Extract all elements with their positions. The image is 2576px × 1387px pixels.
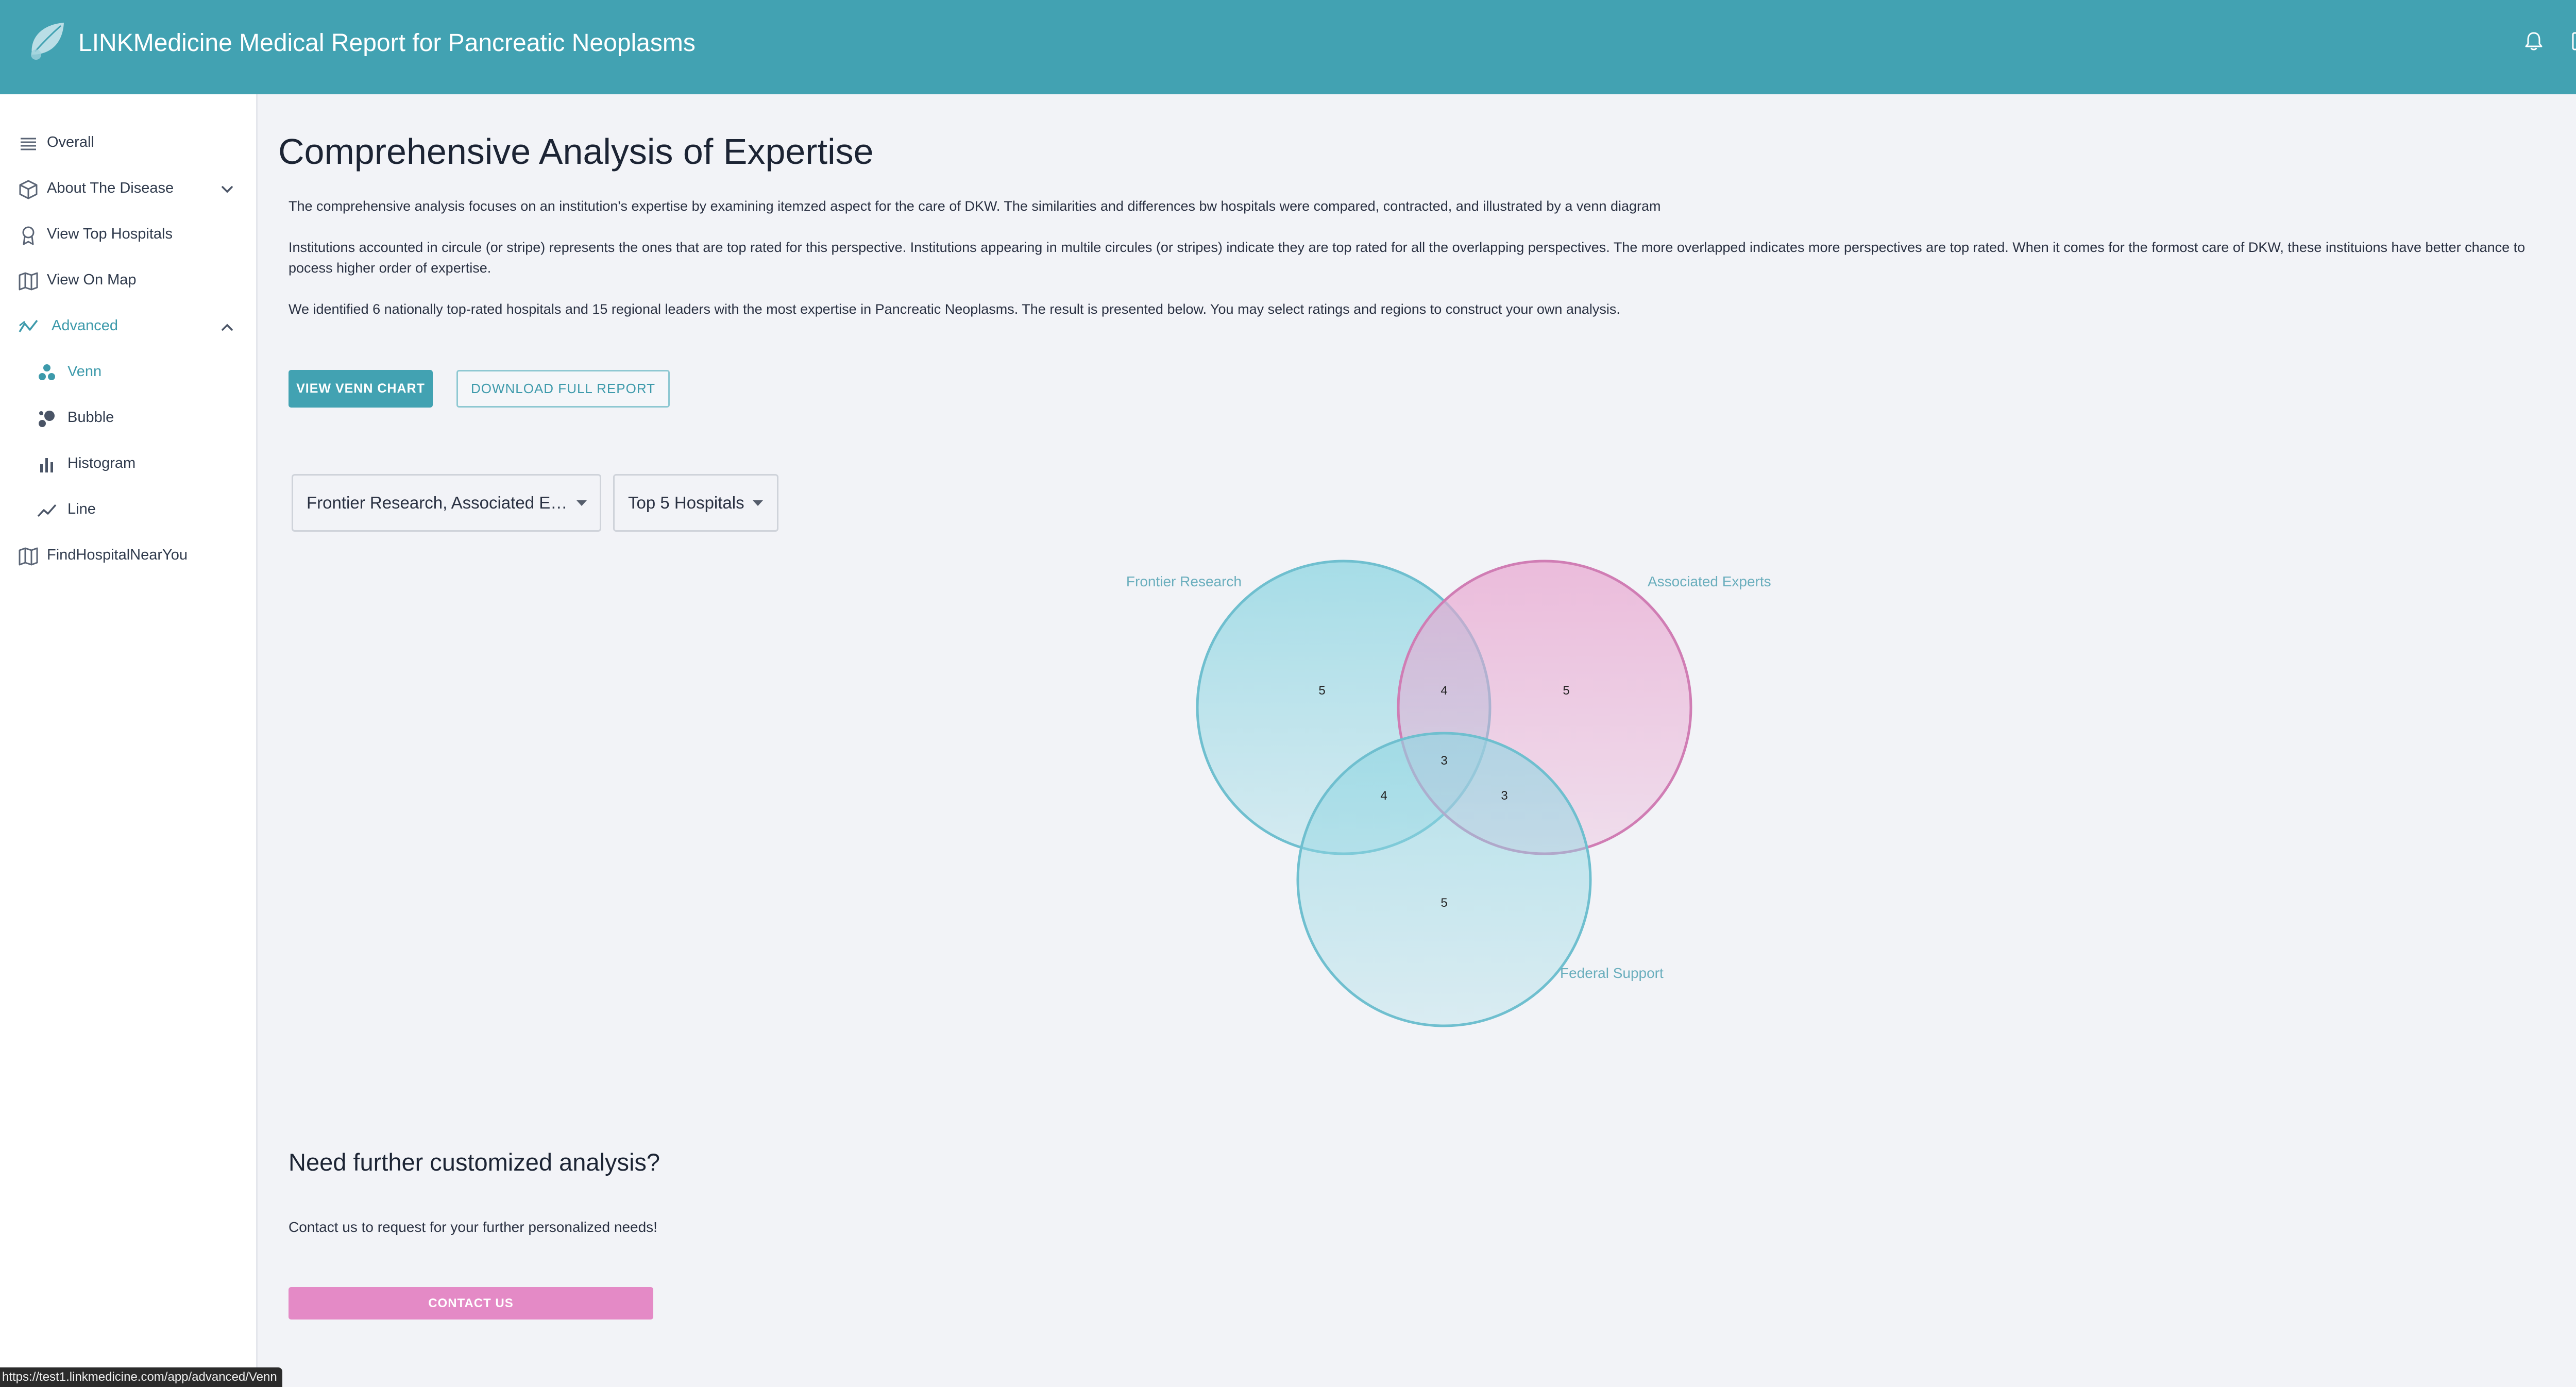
cube-icon <box>18 179 39 200</box>
venn-count-only-associated: 5 <box>1563 684 1569 698</box>
sidebar-item-label: About The Disease <box>47 180 174 196</box>
top-hospitals-select[interactable]: Top 5 Hospitals <box>613 474 778 532</box>
contact-section-title: Need further customized analysis? <box>289 1148 660 1176</box>
list-icon <box>18 133 39 155</box>
map-icon <box>18 546 39 567</box>
venn-count-only-federal: 5 <box>1440 896 1447 910</box>
line-chart-icon <box>36 500 58 521</box>
perspective-select-value: Frontier Research, Associated Ex... <box>307 493 569 512</box>
venn-label-frontier-research: Frontier Research <box>1126 573 1242 589</box>
venn-count-only-frontier: 5 <box>1318 684 1325 698</box>
bubble-icon <box>36 408 58 430</box>
app-header: LINKMedicine Medical Report for Pancreat… <box>0 0 2576 94</box>
sidebar-item-view-top-hospitals[interactable]: View Top Hospitals <box>0 215 256 256</box>
venn-diagram: Frontier Research Associated Experts Fed… <box>1082 556 1829 1041</box>
intro-paragraph: The comprehensive analysis focuses on an… <box>289 198 1661 214</box>
app-title: LINKMedicine Medical Report for Pancreat… <box>78 29 696 57</box>
sidebar-item-label: View On Map <box>47 272 137 288</box>
dropdown-caret-icon <box>753 500 763 506</box>
sidebar-item-find-hospital-near-you[interactable]: FindHospitalNearYou <box>0 536 256 577</box>
sidebar-item-line[interactable]: Line <box>0 490 256 531</box>
sidebar-item-label: View Top Hospitals <box>47 226 173 242</box>
venn-count-frontier-federal: 4 <box>1380 789 1387 803</box>
top-hospitals-select-value: Top 5 Hospitals <box>628 493 744 512</box>
sidebar-item-label: FindHospitalNearYou <box>47 547 188 563</box>
venn-label-federal-support: Federal Support <box>1560 965 1664 981</box>
download-full-report-button[interactable]: Download Full Report <box>456 370 670 408</box>
award-icon <box>18 225 39 246</box>
page-title: Comprehensive Analysis of Expertise <box>278 131 874 172</box>
result-paragraph: We identified 6 nationally top-rated hos… <box>289 301 1620 317</box>
map-icon <box>18 270 39 292</box>
sidebar-item-label: Overall <box>47 134 94 150</box>
sidebar-item-venn[interactable]: Venn <box>0 352 256 394</box>
sidebar-item-label: Bubble <box>67 409 114 426</box>
leaf-logo-icon <box>25 19 69 63</box>
sidebar-item-view-on-map[interactable]: View On Map <box>0 261 256 302</box>
sidebar-item-label: Advanced <box>52 317 118 334</box>
sidebar-item-histogram[interactable]: Histogram <box>0 444 256 485</box>
sidebar-item-bubble[interactable]: Bubble <box>0 398 256 439</box>
sidebar-item-advanced[interactable]: Advanced <box>0 307 256 348</box>
venn-count-all-three: 3 <box>1440 754 1447 768</box>
venn-icon <box>36 362 58 384</box>
bar-chart-icon <box>36 454 58 476</box>
sidebar-item-label: Line <box>67 501 96 517</box>
sidebar: Overall About The Disease View Top Hospi… <box>0 94 258 1387</box>
sidebar-item-label: Histogram <box>67 455 136 471</box>
venn-count-associated-federal: 3 <box>1501 789 1507 803</box>
contact-us-button[interactable]: Contact Us <box>289 1287 653 1320</box>
chevron-down-icon[interactable] <box>217 180 237 199</box>
sidebar-item-label: Venn <box>67 363 102 380</box>
venn-count-frontier-associated: 4 <box>1440 684 1447 698</box>
explanation-paragraph: Institutions accounted in circule (or st… <box>289 240 2526 276</box>
venn-label-associated-experts: Associated Experts <box>1648 573 1771 589</box>
view-venn-chart-button[interactable]: View Venn Chart <box>289 370 433 408</box>
logout-icon[interactable] <box>2571 30 2576 53</box>
chevron-up-icon[interactable] <box>217 317 237 337</box>
status-bar-url: https://test1.linkmedicine.com/app/advan… <box>0 1367 282 1387</box>
sidebar-item-overall[interactable]: Overall <box>0 123 256 164</box>
perspective-select[interactable]: Frontier Research, Associated Ex... <box>292 474 601 532</box>
venn-circle-federal-support[interactable] <box>1296 732 1592 1027</box>
trend-icon <box>18 316 39 338</box>
sidebar-item-about-the-disease[interactable]: About The Disease <box>0 169 256 210</box>
bell-icon[interactable] <box>2522 30 2545 53</box>
contact-description: Contact us to request for your further p… <box>289 1219 657 1235</box>
dropdown-caret-icon <box>577 500 587 506</box>
